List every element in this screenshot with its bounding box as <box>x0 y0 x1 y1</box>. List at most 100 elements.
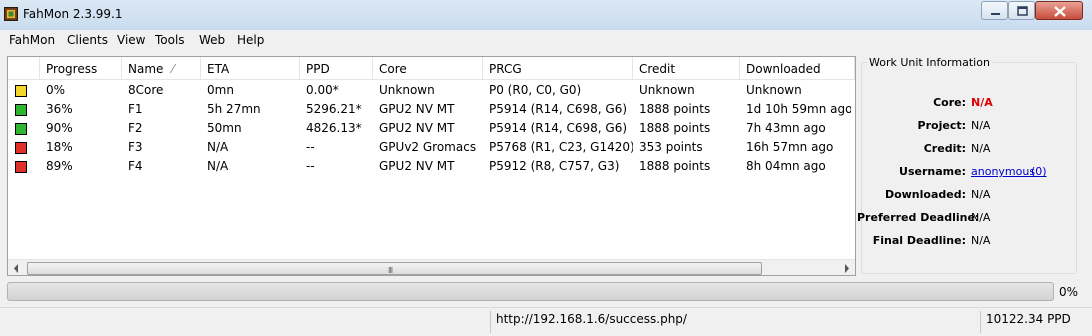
cell-downloaded: 1d 10h 59mn ago <box>746 102 851 116</box>
wu-label: Credit: <box>923 142 966 155</box>
clients-list[interactable]: Progress Name ⁄ ETA PPD Core PRCG Credit… <box>7 56 856 276</box>
cell-name: F3 <box>128 140 143 154</box>
cell-downloaded: 8h 04mn ago <box>746 159 826 173</box>
column-header-core[interactable]: Core <box>373 57 483 79</box>
cell-progress: 89% <box>46 159 73 173</box>
client-row[interactable]: 18% F3 N/A -- GPUv2 Gromacs P5768 (R1, C23, G… <box>8 138 855 157</box>
wu-value: N/A <box>971 234 991 247</box>
cell-core: GPU2 NV MT <box>379 121 455 135</box>
close-button[interactable] <box>1035 1 1083 20</box>
username-link[interactable]: anonymous <box>971 165 1035 178</box>
cell-ppd: 4826.13* <box>306 121 362 135</box>
column-header-ppd[interactable]: PPD <box>300 57 373 79</box>
wu-value: N/A <box>971 96 993 109</box>
status-separator <box>980 311 981 333</box>
column-header-name[interactable]: Name ⁄ <box>122 57 201 79</box>
wu-value: N/A <box>971 142 991 155</box>
window-title: FahMon 2.3.99.1 <box>23 7 123 21</box>
cell-downloaded: Unknown <box>746 83 802 97</box>
cell-core: GPU2 NV MT <box>379 159 455 173</box>
minimize-icon <box>991 13 1000 15</box>
wu-label: Final Deadline: <box>872 234 966 247</box>
wu-label: Preferred Deadline: <box>857 211 980 224</box>
work-unit-title: Work Unit Information <box>867 56 992 69</box>
wu-label: Project: <box>917 119 966 132</box>
maximize-button[interactable] <box>1008 1 1035 20</box>
column-header-downloaded[interactable]: Downloaded <box>740 57 855 79</box>
cell-ppd: 5296.21* <box>306 102 362 116</box>
wu-label: Core: <box>933 96 966 109</box>
cell-prcg: P5768 (R1, C23, G1420) <box>489 140 633 154</box>
cell-name: F2 <box>128 121 143 135</box>
cell-progress: 90% <box>46 121 73 135</box>
menu-web[interactable]: Web <box>199 33 225 47</box>
minimize-button[interactable] <box>981 1 1008 20</box>
cell-downloaded: 16h 57mn ago <box>746 140 834 154</box>
cell-credit: Unknown <box>639 83 695 97</box>
work-unit-panel: Work Unit Information Core: N/A Project: N/… <box>857 56 1079 276</box>
menu-clients[interactable]: Clients <box>67 33 108 47</box>
client-row[interactable]: 0% 8Core 0mn 0.00* Unknown P0 (R0, C0, G0) Unk… <box>8 81 855 100</box>
title-bar[interactable]: FahMon 2.3.99.1 <box>0 0 1092 30</box>
status-indicator-icon <box>15 161 27 173</box>
list-header: Progress Name ⁄ ETA PPD Core PRCG Credit… <box>8 57 855 80</box>
menu-tools[interactable]: Tools <box>155 33 185 47</box>
column-header-eta[interactable]: ETA <box>201 57 300 79</box>
cell-prcg: P0 (R0, C0, G0) <box>489 83 582 97</box>
status-bar: http://192.168.1.6/success.php/ 10122.34… <box>0 307 1092 336</box>
cell-downloaded: 7h 43mn ago <box>746 121 826 135</box>
scrollbar-thumb[interactable]: III <box>27 262 762 275</box>
sort-indicator-icon: ⁄ <box>172 62 175 76</box>
cell-eta: 0mn <box>207 83 234 97</box>
cell-prcg: P5914 (R14, C698, G6) <box>489 121 628 135</box>
cell-prcg: P5914 (R14, C698, G6) <box>489 102 628 116</box>
cell-ppd: -- <box>306 159 315 173</box>
cell-credit: 1888 points <box>639 159 711 173</box>
status-indicator-icon <box>15 123 27 135</box>
column-header-credit[interactable]: Credit <box>633 57 740 79</box>
status-indicator-icon <box>15 104 27 116</box>
cell-name: 8Core <box>128 83 164 97</box>
cell-progress: 0% <box>46 83 66 97</box>
client-row[interactable]: 90% F2 50mn 4826.13* GPU2 NV MT P5914 (R14, C… <box>8 119 855 138</box>
horizontal-scrollbar[interactable]: III <box>8 259 855 276</box>
wu-value: N/A <box>971 119 991 132</box>
status-url: http://192.168.1.6/success.php/ <box>496 312 687 326</box>
cell-progress: 36% <box>46 102 73 116</box>
fahmon-app-icon <box>4 7 18 21</box>
cell-ppd: -- <box>306 140 315 154</box>
menu-fahmon[interactable]: FahMon <box>9 33 55 47</box>
overall-progress-bar <box>7 282 1054 301</box>
scroll-left-icon[interactable] <box>8 260 25 276</box>
scroll-right-icon[interactable] <box>838 260 855 276</box>
column-header-prcg[interactable]: PRCG <box>483 57 633 79</box>
menu-help[interactable]: Help <box>237 33 264 47</box>
cell-eta: N/A <box>207 140 229 154</box>
cell-credit: 353 points <box>639 140 703 154</box>
cell-core: GPU2 NV MT <box>379 102 455 116</box>
cell-eta: 50mn <box>207 121 242 135</box>
client-row[interactable]: 89% F4 N/A -- GPU2 NV MT P5912 (R8, C757, G3)… <box>8 157 855 176</box>
fahmon-window: FahMon 2.3.99.1 FahMon Clients View Tool… <box>0 0 1092 336</box>
wu-label: Downloaded: <box>884 188 966 201</box>
cell-credit: 1888 points <box>639 121 711 135</box>
cell-prcg: P5912 (R8, C757, G3) <box>489 159 620 173</box>
menu-bar: FahMon Clients View Tools Web Help <box>0 30 1092 50</box>
cell-progress: 18% <box>46 140 73 154</box>
menu-view[interactable]: View <box>117 33 145 47</box>
cell-ppd: 0.00* <box>306 83 339 97</box>
cell-core: GPUv2 Gromacs <box>379 140 477 154</box>
cell-credit: 1888 points <box>639 102 711 116</box>
progress-label: 0% <box>1059 285 1079 299</box>
status-indicator-icon <box>15 142 27 154</box>
cell-name: F1 <box>128 102 143 116</box>
status-separator <box>490 311 491 333</box>
column-header-status[interactable] <box>8 57 40 79</box>
client-row[interactable]: 36% F1 5h 27mn 5296.21* GPU2 NV MT P5914 (R14… <box>8 100 855 119</box>
wu-value: N/A <box>971 188 991 201</box>
column-header-progress[interactable]: Progress <box>40 57 122 79</box>
status-total-ppd: 10122.34 PPD <box>986 312 1071 326</box>
close-icon <box>1054 6 1066 17</box>
scrollbar-grip: III <box>388 266 393 275</box>
wu-value: N/A <box>971 211 991 224</box>
